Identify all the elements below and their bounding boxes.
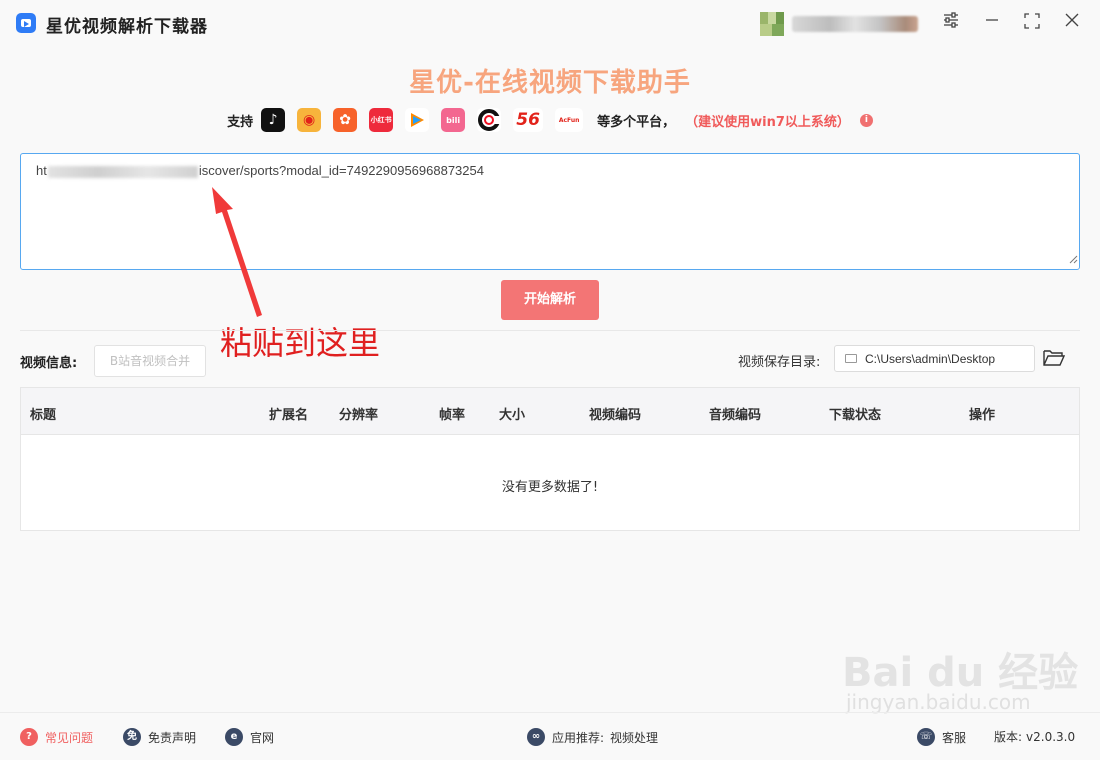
- 56-icon: 56: [513, 108, 544, 132]
- divider: [20, 330, 1080, 331]
- col-download-status: 下载状态: [829, 408, 882, 423]
- start-parse-button[interactable]: 开始解析: [501, 280, 599, 320]
- version-info: 版本: v2.0.3.0: [994, 728, 1075, 745]
- title-bar: 星优视频解析下载器: [0, 0, 1100, 46]
- kuaishou-icon-glyph: ✿: [339, 112, 351, 128]
- xiaohongshu-icon: 小红书: [369, 108, 394, 132]
- bilibili-icon: bili: [441, 108, 466, 132]
- save-dir-label: 视频保存目录:: [738, 355, 821, 370]
- faq-label: 常见问题: [45, 730, 94, 745]
- col-video-codec: 视频编码: [589, 408, 642, 423]
- folder-open-icon[interactable]: [1043, 349, 1066, 367]
- col-framerate: 帧率: [439, 408, 466, 423]
- platform-more-text: 等多个平台，: [597, 114, 676, 130]
- resize-grip-icon[interactable]: [1069, 249, 1078, 268]
- douyin-icon-glyph: ♪: [268, 112, 278, 128]
- annotation-arrow-icon: [212, 187, 262, 317]
- save-dir-value: C:\Users\admin\Desktop: [865, 352, 996, 366]
- col-audio-codec: 音频编码: [709, 408, 762, 423]
- empty-message: 没有更多数据了!: [501, 480, 599, 495]
- version-value: v2.0.3.0: [1026, 729, 1076, 744]
- acfun-icon-glyph: AcFun: [558, 116, 580, 124]
- url-input[interactable]: ht iscover/sports?modal_id=74922909569688…: [20, 153, 1080, 270]
- app-recommend[interactable]: ∞ 应用推荐: 视频处理: [527, 728, 658, 746]
- headset-icon: ☏: [917, 728, 935, 746]
- tencent-video-icon: [405, 108, 430, 132]
- bilibili-merge-button[interactable]: B站音视频合并: [94, 345, 206, 377]
- disclaimer-link[interactable]: 免 免责声明: [123, 728, 196, 746]
- platform-support-row: 支持 ♪ ◉ ✿ 小红书 bili 56 AcFun 等多个平台， （建议使用w…: [0, 106, 1100, 134]
- username-redacted[interactable]: [792, 16, 918, 32]
- url-suffix: iscover/sports?modal_id=7492290956968873…: [198, 163, 484, 178]
- link-icon: ∞: [527, 728, 545, 746]
- app-logo-icon: [16, 13, 36, 33]
- col-size: 大小: [499, 408, 526, 423]
- question-icon: ?: [20, 728, 38, 746]
- disclaimer-label: 免责声明: [148, 730, 197, 745]
- weibo-icon: ◉: [297, 108, 322, 132]
- col-resolution: 分辨率: [339, 408, 379, 423]
- url-text: ht iscover/sports?modal_id=74922909569688…: [36, 163, 484, 178]
- bilibili-icon-glyph: bili: [446, 115, 461, 125]
- settings-icon[interactable]: [940, 12, 962, 34]
- annotation-text: 粘贴到这里: [220, 324, 381, 362]
- disclaimer-icon: 免: [123, 728, 141, 746]
- app-recommend-label: 应用推荐:: [552, 730, 605, 745]
- close-icon[interactable]: [1061, 12, 1083, 34]
- minimize-icon[interactable]: [981, 12, 1003, 34]
- weibo-icon-glyph: ◉: [303, 112, 316, 128]
- avatar[interactable]: [760, 12, 784, 36]
- folder-small-icon: [845, 354, 857, 363]
- xiaohongshu-icon-glyph: 小红书: [370, 116, 392, 124]
- acfun-icon: AcFun: [555, 108, 584, 132]
- url-prefix: ht: [36, 163, 47, 178]
- 56-icon-glyph: 56: [516, 110, 540, 130]
- browser-icon: e: [225, 728, 243, 746]
- system-note: （建议使用win7以上系统）: [685, 114, 850, 130]
- website-link[interactable]: e 官网: [225, 728, 274, 746]
- cctv-icon: [477, 108, 502, 132]
- url-redacted: [47, 165, 198, 178]
- kuaishou-icon: ✿: [333, 108, 358, 132]
- col-title: 标题: [30, 408, 57, 423]
- save-dir-input[interactable]: C:\Users\admin\Desktop: [834, 345, 1035, 372]
- video-info-label: 视频信息:: [20, 356, 78, 371]
- app-title: 星优视频解析下载器: [46, 17, 208, 37]
- info-icon[interactable]: i: [859, 113, 873, 127]
- douyin-icon: ♪: [261, 108, 286, 132]
- headline: 星优-在线视频下载助手: [409, 68, 691, 98]
- col-extension: 扩展名: [269, 408, 309, 423]
- support-label: 支持: [227, 114, 254, 130]
- baidu-watermark-url: jingyan.baidu.com: [846, 690, 1031, 714]
- table-header: 标题 扩展名 分辨率 帧率 大小 视频编码 音频编码 下载状态 操作: [21, 388, 1079, 435]
- support-link[interactable]: ☏ 客服: [917, 728, 966, 746]
- website-label: 官网: [250, 730, 275, 745]
- footer: ? 常见问题 免 免责声明 e 官网 ∞ 应用推荐: 视频处理 ☏ 客服 版本:…: [0, 712, 1100, 760]
- app-recommend-value: 视频处理: [610, 730, 659, 745]
- video-table: 标题 扩展名 分辨率 帧率 大小 视频编码 音频编码 下载状态 操作 没有更多数…: [20, 387, 1080, 531]
- col-actions: 操作: [969, 408, 996, 423]
- support-label: 客服: [942, 730, 967, 745]
- faq-link[interactable]: ? 常见问题: [20, 728, 93, 746]
- maximize-icon[interactable]: [1021, 12, 1043, 34]
- version-label: 版本:: [994, 730, 1023, 744]
